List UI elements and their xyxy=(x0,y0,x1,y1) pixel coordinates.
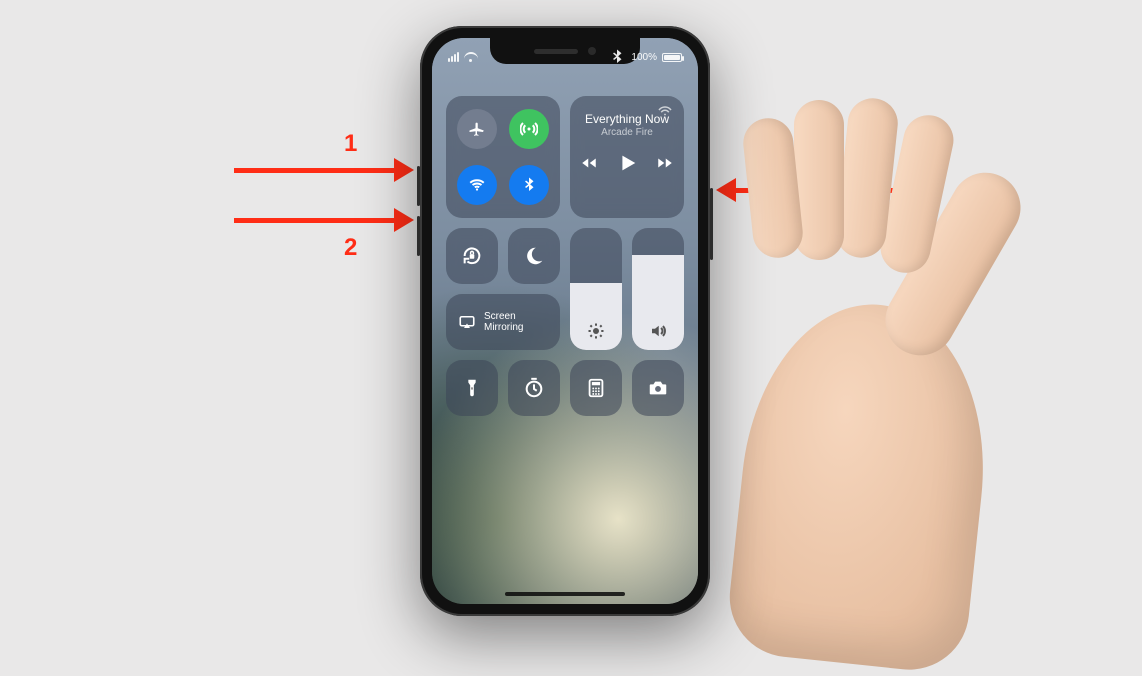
annotation-number-3: 3 xyxy=(773,150,786,178)
screen-mirroring-label: Screen Mirroring xyxy=(484,311,523,333)
volume-icon xyxy=(632,322,684,340)
fast-forward-icon[interactable] xyxy=(656,154,674,172)
annotation-arrow-side-button: 3 xyxy=(716,178,896,202)
rewind-icon[interactable] xyxy=(580,154,598,172)
calculator-button[interactable] xyxy=(570,360,622,416)
wifi-status-icon xyxy=(464,52,478,62)
camera-icon xyxy=(647,377,669,399)
wifi-toggle[interactable] xyxy=(457,165,497,205)
bluetooth-status-icon xyxy=(608,48,626,66)
volume-up-button[interactable] xyxy=(417,166,420,206)
media-title: Everything Now xyxy=(585,112,669,126)
wifi-icon xyxy=(468,176,486,194)
arrow-shaft xyxy=(234,218,394,223)
flashlight-icon xyxy=(461,377,483,399)
camera-button[interactable] xyxy=(632,360,684,416)
cellular-icon xyxy=(520,120,538,138)
annotation-number-1: 1 xyxy=(344,130,357,158)
home-indicator[interactable] xyxy=(505,592,625,596)
orientation-lock-icon xyxy=(461,245,483,267)
airplane-icon xyxy=(468,120,486,138)
arrow-head-right-icon xyxy=(394,158,414,182)
arrow-shaft xyxy=(234,168,394,173)
media-artist: Arcade Fire xyxy=(601,127,653,138)
annotation-arrow-volume-up: 1 xyxy=(234,158,414,182)
do-not-disturb-toggle[interactable] xyxy=(508,228,560,284)
airplane-mode-toggle[interactable] xyxy=(457,109,497,149)
connectivity-platter[interactable] xyxy=(446,96,560,218)
annotation-arrow-volume-down: 2 xyxy=(234,208,414,232)
calculator-icon xyxy=(585,377,607,399)
arrow-shaft xyxy=(736,188,896,193)
cellular-data-toggle[interactable] xyxy=(509,109,549,149)
orientation-lock-toggle[interactable] xyxy=(446,228,498,284)
timer-icon xyxy=(523,377,545,399)
timer-button[interactable] xyxy=(508,360,560,416)
battery-percent-text: 100% xyxy=(631,52,657,63)
bluetooth-toggle[interactable] xyxy=(509,165,549,205)
screen-mirroring-button[interactable]: Screen Mirroring xyxy=(446,294,560,350)
volume-slider[interactable] xyxy=(632,228,684,350)
volume-down-button[interactable] xyxy=(417,216,420,256)
bluetooth-icon xyxy=(520,176,538,194)
control-center: Everything Now Arcade Fire Scre xyxy=(446,96,684,416)
side-power-button[interactable] xyxy=(710,188,713,260)
play-icon[interactable] xyxy=(616,152,638,174)
annotation-number-2: 2 xyxy=(344,234,357,262)
moon-icon xyxy=(523,245,545,267)
flashlight-button[interactable] xyxy=(446,360,498,416)
screen-mirroring-icon xyxy=(458,313,476,331)
arrow-head-left-icon xyxy=(716,178,736,202)
cellular-signal-icon xyxy=(448,52,459,62)
phone-screen: 100% xyxy=(432,38,698,604)
display-notch xyxy=(490,38,640,64)
airplay-icon[interactable] xyxy=(656,104,674,127)
status-bar: 100% xyxy=(432,44,698,70)
iphone-device: 100% xyxy=(420,26,710,616)
media-playback-platter[interactable]: Everything Now Arcade Fire xyxy=(570,96,684,218)
brightness-slider[interactable] xyxy=(570,228,622,350)
arrow-head-right-icon xyxy=(394,208,414,232)
battery-icon xyxy=(662,53,682,62)
brightness-icon xyxy=(570,322,622,340)
